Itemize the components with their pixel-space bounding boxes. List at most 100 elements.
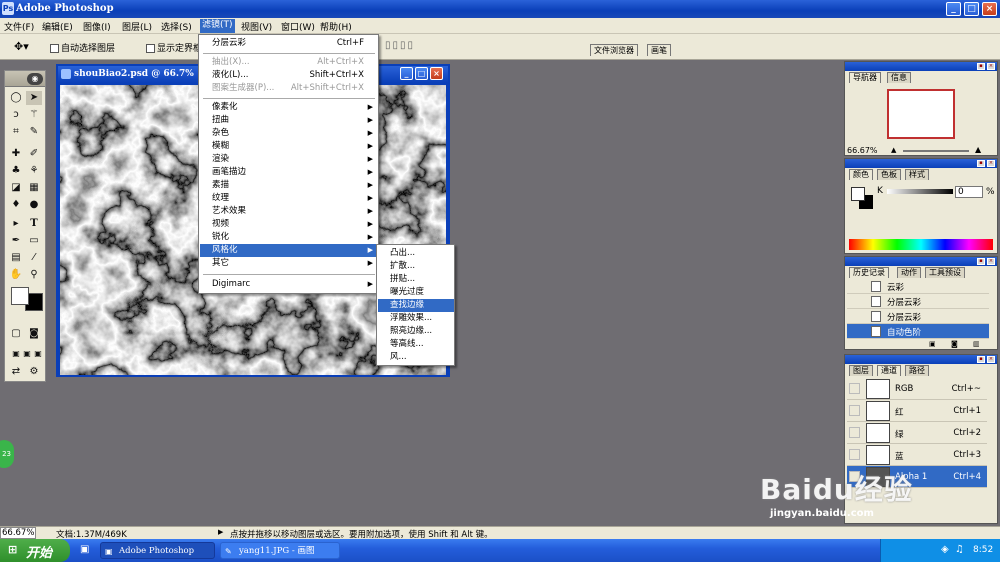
imageready-icon[interactable]: ⚙ (26, 365, 42, 379)
history-item-selected[interactable]: 自动色阶 (847, 324, 989, 339)
filter-render[interactable]: 渲染 ▶ (200, 153, 378, 166)
k-value-input[interactable]: 0 (955, 186, 983, 198)
menu-view[interactable]: 视图(V) (241, 20, 272, 33)
history-new-doc-icon[interactable]: ▣ (929, 340, 936, 348)
filter-texture[interactable]: 纹理 ▶ (200, 192, 378, 205)
screen-mode-3-icon[interactable]: ▣ (30, 347, 46, 361)
volume-icon[interactable]: ♫ (955, 544, 964, 555)
brush-tool-icon[interactable]: ✐ (26, 147, 42, 161)
path-select-icon[interactable]: ▸ (8, 217, 24, 231)
history-item[interactable]: 云彩 (847, 279, 989, 294)
stylize-wind[interactable]: 风... (378, 351, 454, 364)
tab-brush[interactable]: 画笔 (647, 44, 671, 56)
magic-wand-icon[interactable]: ⚚ (26, 108, 42, 122)
stylize-glowing-edges[interactable]: 照亮边缘... (378, 325, 454, 338)
filter-difference-clouds[interactable]: 分层云彩 Ctrl+F (200, 37, 378, 50)
menu-file[interactable]: 文件(F) (4, 20, 34, 33)
filter-sharpen[interactable]: 锐化 ▶ (200, 231, 378, 244)
filter-video[interactable]: 视频 ▶ (200, 218, 378, 231)
dodge-tool-icon[interactable]: ● (26, 198, 42, 212)
marquee-tool-icon[interactable]: ◯ (8, 91, 24, 105)
tab-tool-presets[interactable]: 工具预设 (925, 267, 965, 278)
auto-select-checkbox[interactable]: 自动选择图层 (50, 41, 115, 54)
notes-tool-icon[interactable]: ▤ (8, 251, 24, 265)
history-item[interactable]: 分层云彩 (847, 294, 989, 309)
tab-channels[interactable]: 通道 (877, 365, 901, 376)
channel-row-red[interactable]: 红 Ctrl+1 (847, 400, 987, 422)
lasso-tool-icon[interactable]: ↄ (8, 108, 24, 122)
clone-stamp-icon[interactable]: ♣ (8, 164, 24, 178)
filter-distort[interactable]: 扭曲 ▶ (200, 114, 378, 127)
tab-paths[interactable]: 路径 (905, 365, 929, 376)
clock[interactable]: 8:52 (973, 545, 993, 555)
move-tool-icon[interactable]: ➤ (26, 91, 42, 105)
tab-swatches[interactable]: 色板 (877, 169, 901, 180)
tab-actions[interactable]: 动作 (897, 267, 921, 278)
eraser-tool-icon[interactable]: ◪ (8, 181, 24, 195)
zoom-out-icon[interactable]: ▲ (891, 146, 896, 154)
color-ramp[interactable] (849, 239, 993, 250)
menu-help[interactable]: 帮助(H) (320, 20, 352, 33)
tab-navigator[interactable]: 导航器 (849, 72, 881, 83)
palette-min-icon[interactable]: ▪ (977, 356, 985, 363)
doc-maximize-button[interactable]: □ (415, 67, 428, 80)
blur-tool-icon[interactable]: ♦ (8, 198, 24, 212)
tab-info[interactable]: 信息 (887, 72, 911, 83)
menu-filter[interactable]: 滤镜(T) (200, 19, 235, 33)
status-arrow-icon[interactable]: ▶ (218, 528, 223, 536)
history-brush-icon[interactable]: ⚘ (26, 164, 42, 178)
quickmask-mode-icon[interactable]: ◙ (26, 327, 42, 341)
channel-row-blue[interactable]: 蓝 Ctrl+3 (847, 444, 987, 466)
hand-tool-icon[interactable]: ✋ (8, 268, 24, 282)
start-button[interactable]: ⊞ 开始 (0, 539, 70, 562)
channel-row-green[interactable]: 绿 Ctrl+2 (847, 422, 987, 444)
close-button[interactable]: × (982, 2, 997, 16)
maximize-button[interactable]: □ (964, 2, 979, 16)
zoom-slider[interactable] (903, 150, 969, 152)
crop-tool-icon[interactable]: ⌗ (8, 125, 24, 139)
filter-brush-strokes[interactable]: 画笔描边 ▶ (200, 166, 378, 179)
history-item[interactable]: 分层云彩 (847, 309, 989, 324)
k-slider[interactable] (887, 189, 953, 194)
palette-close-icon[interactable]: × (987, 258, 995, 265)
filter-pixelate[interactable]: 像素化 ▶ (200, 101, 378, 114)
shape-tool-icon[interactable]: ▭ (26, 234, 42, 248)
task-photoshop[interactable]: ▣ Adobe Photoshop (100, 542, 215, 559)
jump-to-imageready-icon[interactable]: ⇄ (8, 365, 24, 379)
tab-file-browser[interactable]: 文件浏览器 (590, 44, 638, 56)
stylize-solarize[interactable]: 曝光过度 (378, 286, 454, 299)
gradient-tool-icon[interactable]: ▦ (26, 181, 42, 195)
tab-layers[interactable]: 图层 (849, 365, 873, 376)
eyedropper-icon[interactable]: ⁄ (26, 251, 42, 265)
menu-edit[interactable]: 编辑(E) (42, 20, 73, 33)
menu-select[interactable]: 选择(S) (161, 20, 192, 33)
standard-mode-icon[interactable]: ▢ (8, 327, 24, 341)
tab-styles[interactable]: 样式 (905, 169, 929, 180)
palette-close-icon[interactable]: × (987, 160, 995, 167)
history-trash-icon[interactable]: ▥ (973, 340, 980, 348)
notification-badge[interactable]: 23 (0, 440, 14, 468)
menu-image[interactable]: 图像(I) (83, 20, 111, 33)
stylize-tiles[interactable]: 拼贴... (378, 273, 454, 286)
stylize-find-edges[interactable]: 查找边缘 (378, 299, 454, 312)
palette-close-icon[interactable]: × (987, 63, 995, 70)
stylize-diffuse[interactable]: 扩散... (378, 260, 454, 273)
menu-layer[interactable]: 图层(L) (122, 20, 152, 33)
move-tool-icon[interactable]: ✥▾ (14, 40, 29, 53)
filter-digimarc[interactable]: Digimarc ▶ (200, 278, 378, 291)
foreground-color-swatch[interactable] (11, 287, 29, 305)
tab-history[interactable]: 历史记录 (849, 267, 889, 278)
network-icon[interactable]: ◈ (941, 544, 949, 555)
task-paint[interactable]: ✎ yang11.JPG - 画图 (220, 542, 340, 559)
filter-other[interactable]: 其它 ▶ (200, 257, 378, 270)
filter-liquify[interactable]: 液化(L)... Shift+Ctrl+X (200, 69, 378, 82)
palette-min-icon[interactable]: ▪ (977, 63, 985, 70)
doc-minimize-button[interactable]: _ (400, 67, 413, 80)
type-tool-icon[interactable]: T (26, 217, 42, 231)
navigator-zoom[interactable]: 66.67% (847, 146, 878, 155)
zoom-tool-icon[interactable]: ⚲ (26, 268, 42, 282)
filter-artistic[interactable]: 艺术效果 ▶ (200, 205, 378, 218)
history-snapshot-icon[interactable]: ◙ (951, 340, 958, 348)
zoom-in-icon[interactable]: ▲ (975, 145, 981, 154)
filter-blur[interactable]: 模糊 ▶ (200, 140, 378, 153)
